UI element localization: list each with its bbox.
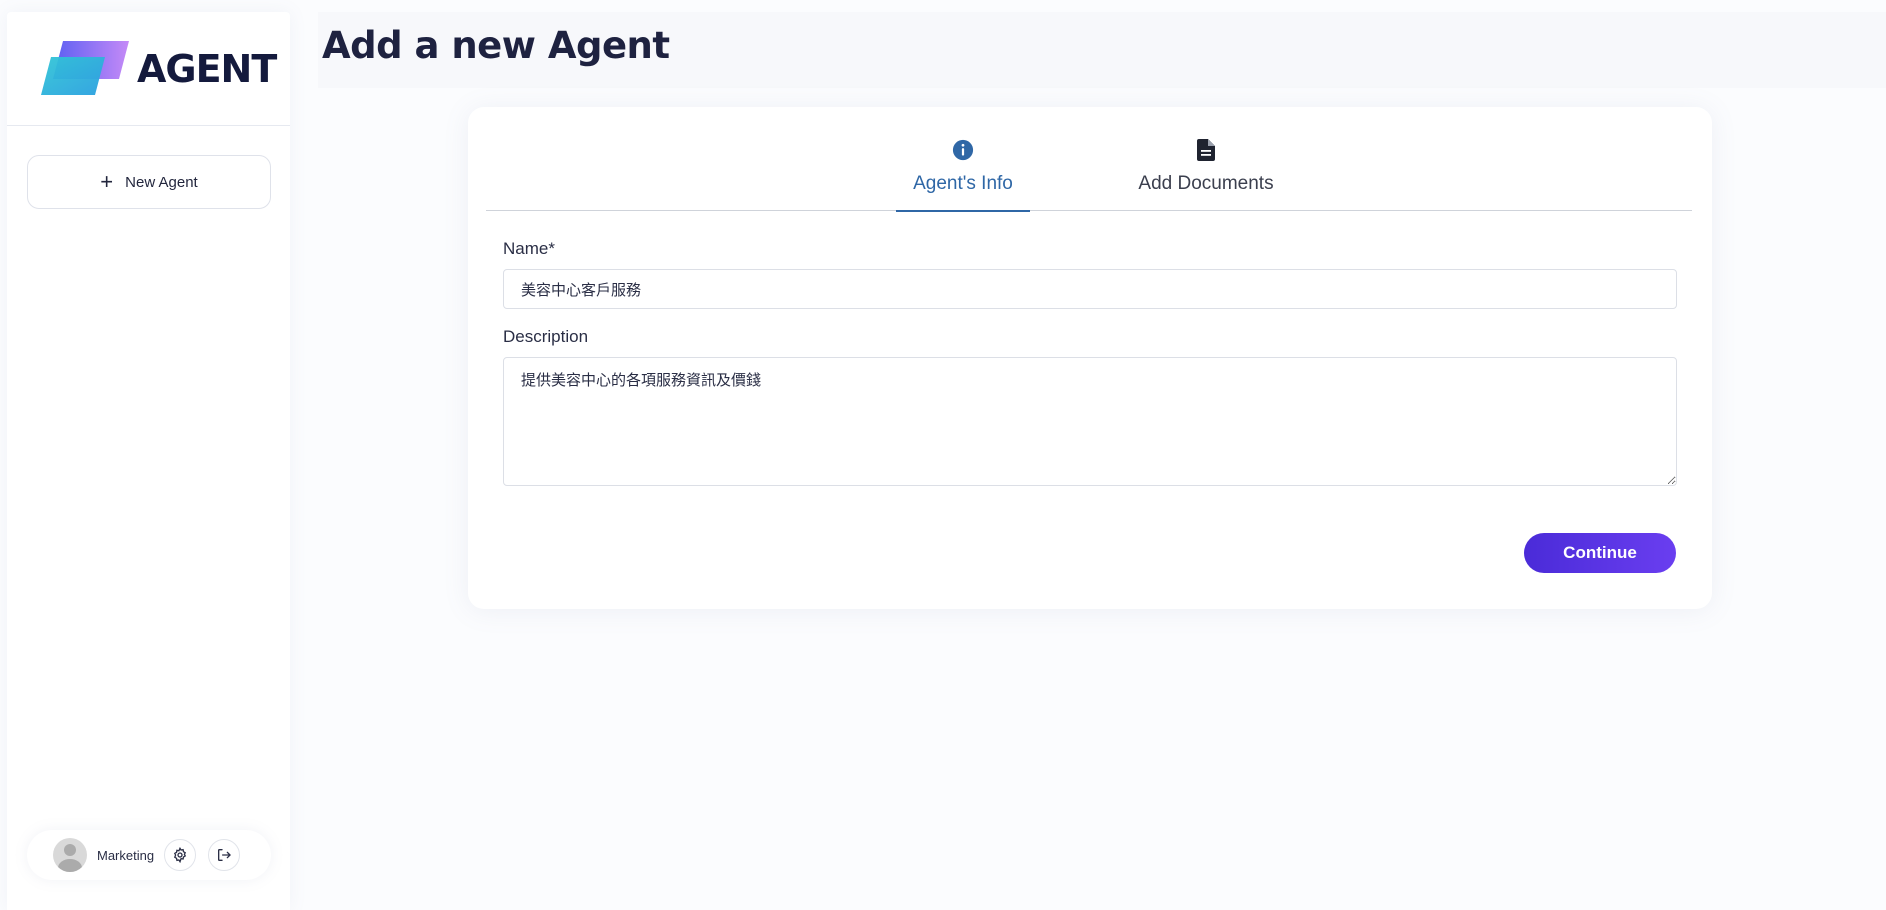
sidebar: AGENT + New Agent Marketing — [7, 12, 290, 910]
page-header: Add a new Agent — [318, 12, 1886, 88]
description-label: Description — [503, 327, 589, 346]
tab-label: Agent's Info — [913, 173, 1013, 194]
new-agent-button[interactable]: + New Agent — [27, 155, 271, 209]
tab-bar: Agent's Info Add Documents — [486, 131, 1692, 212]
continue-button[interactable]: Continue — [1524, 533, 1676, 573]
page-title: Add a new Agent — [322, 24, 670, 67]
avatar[interactable] — [53, 838, 87, 872]
logout-button[interactable] — [208, 839, 241, 871]
agent-form-card: Agent's Info Add Documents Name* Descrip… — [468, 107, 1712, 609]
logo-mark-icon — [39, 39, 129, 99]
tab-label: Add Documents — [1138, 173, 1274, 194]
user-name: Marketing — [97, 847, 155, 863]
name-field[interactable] — [503, 269, 1677, 309]
brand-name: AGENT — [137, 46, 277, 91]
document-icon — [1197, 139, 1215, 163]
user-bar: Marketing — [27, 830, 271, 880]
tab-add-documents[interactable]: Add Documents — [1126, 131, 1286, 211]
logout-icon — [218, 849, 231, 861]
plus-icon: + — [100, 169, 114, 194]
new-agent-label: New Agent — [125, 173, 198, 191]
logo[interactable]: AGENT — [7, 12, 290, 126]
settings-button[interactable] — [164, 839, 197, 871]
app-root: AGENT + New Agent Marketing Add a new Ag… — [0, 0, 1886, 910]
info-icon — [952, 139, 974, 163]
gear-icon — [174, 847, 187, 863]
name-label: Name* — [503, 239, 555, 258]
description-field[interactable]: 提供美容中心的各項服務資訊及價錢 — [503, 357, 1677, 486]
tab-agents-info[interactable]: Agent's Info — [896, 131, 1030, 212]
